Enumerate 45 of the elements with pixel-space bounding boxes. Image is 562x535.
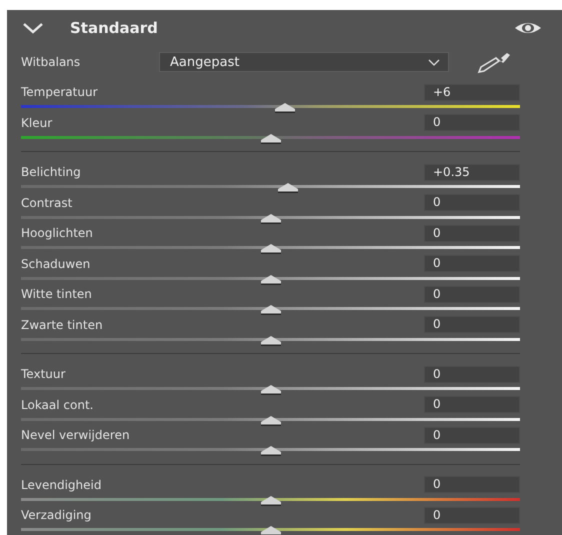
slider-thumb[interactable]: [260, 274, 282, 284]
slider-label: Nevel verwijderen: [21, 428, 130, 442]
caret-icon: [428, 58, 440, 66]
value-field[interactable]: 0: [424, 426, 520, 444]
slider-thumb[interactable]: [260, 134, 282, 144]
slider-label: Verzadiging: [21, 508, 92, 522]
slider-thumb[interactable]: [260, 214, 282, 224]
slider-label: Hooglichten: [21, 226, 93, 240]
value-field[interactable]: +6: [424, 84, 520, 100]
value-field[interactable]: 0: [424, 476, 520, 493]
chevron-icon[interactable]: [22, 22, 44, 34]
slider-label: Contrast: [21, 196, 72, 210]
slider-label: Kleur: [21, 116, 52, 130]
value-field[interactable]: 0: [424, 255, 520, 272]
value-field[interactable]: 0: [424, 224, 520, 242]
slider-thumb[interactable]: [260, 305, 282, 315]
slider-thumb[interactable]: [260, 526, 282, 535]
slider-thumb[interactable]: [260, 446, 282, 456]
slider-label: Lokaal cont.: [21, 398, 94, 412]
value-field[interactable]: 0: [424, 316, 520, 333]
slider-thumb[interactable]: [260, 385, 282, 395]
slider-thumb[interactable]: [274, 103, 296, 113]
value-field[interactable]: 0: [424, 506, 520, 524]
slider-label: Witte tinten: [21, 287, 92, 301]
slider-label: Schaduwen: [21, 256, 90, 270]
slider-label: Levendigheid: [21, 478, 102, 492]
slider-label: Belichting: [21, 165, 81, 179]
slider-thumb[interactable]: [260, 336, 282, 346]
slider-label: Textuur: [21, 367, 66, 381]
value-field[interactable]: 0: [424, 194, 520, 211]
slider-thumb[interactable]: [276, 183, 299, 193]
value-field[interactable]: 0: [424, 366, 520, 382]
section-title: Standaard: [70, 19, 159, 37]
slider-thumb[interactable]: [260, 416, 282, 426]
value-field[interactable]: +0.35: [424, 164, 520, 180]
slider-thumb[interactable]: [260, 496, 282, 506]
preset-dropdown[interactable]: Aangepast: [159, 52, 449, 72]
value-field[interactable]: 0: [424, 286, 520, 302]
slider-label: Zwarte tinten: [21, 318, 103, 332]
field-label: Witbalans: [21, 55, 82, 69]
slider-thumb[interactable]: [260, 244, 282, 254]
value-field[interactable]: 0: [424, 114, 520, 131]
value-field[interactable]: 0: [424, 396, 520, 413]
eye-icon[interactable]: [514, 21, 542, 35]
slider-label: Temperatuur: [21, 85, 98, 99]
